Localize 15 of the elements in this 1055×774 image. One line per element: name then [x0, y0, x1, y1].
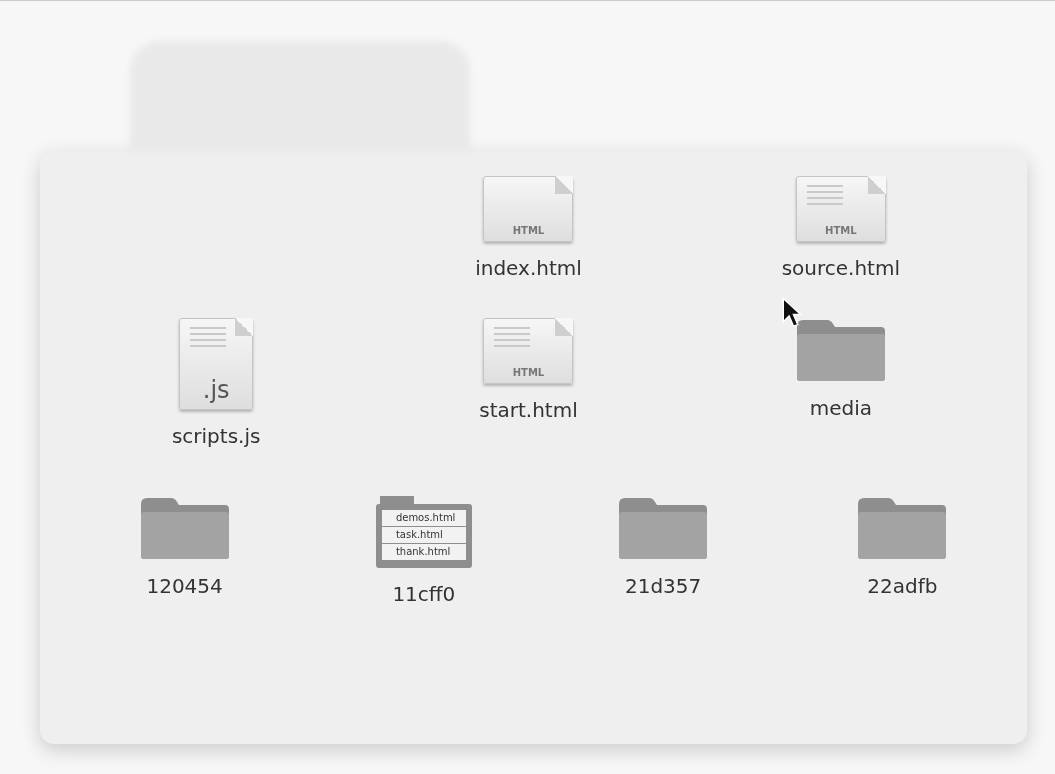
file-name[interactable]: source.html — [781, 256, 900, 280]
folder-name[interactable]: 22adfb — [867, 574, 938, 598]
file-entry: demos.html — [381, 510, 466, 526]
pointer-cursor-icon — [781, 297, 803, 329]
script-file-icon[interactable]: .js — [179, 318, 254, 410]
file-name[interactable]: media — [809, 396, 872, 420]
file-entry: task.html — [381, 527, 466, 543]
file-name[interactable]: index.html — [475, 256, 582, 280]
folder-name[interactable]: 120454 — [146, 574, 223, 598]
file-name[interactable]: start.html — [479, 398, 578, 422]
folder-name[interactable]: 11cff0 — [392, 582, 456, 606]
folder-preview-icon[interactable]: demos.html task.html thank.html — [375, 496, 472, 568]
folder-name[interactable]: 21d357 — [624, 574, 702, 598]
file-name[interactable]: scripts.js — [171, 424, 261, 448]
file-entry: thank.html — [381, 544, 466, 560]
